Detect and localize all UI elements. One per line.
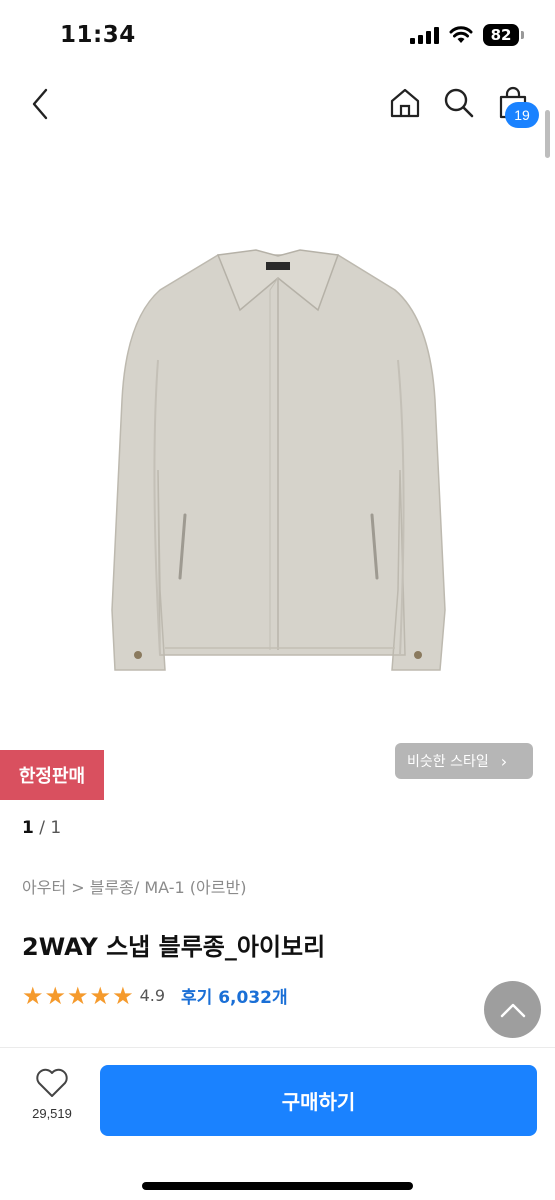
status-icons: 82 [410,24,524,46]
star-icon: ★ [112,981,134,1010]
battery-icon: 82 [483,24,524,46]
image-pager: 1 / 1 [22,818,61,838]
star-icon: ★ [89,981,112,1010]
scroll-top-button[interactable] [484,981,541,1038]
similar-style-label: 비슷한 스타일 [407,754,489,770]
chevron-up-icon [500,1003,525,1017]
product-image[interactable] [0,170,555,710]
back-arrow-icon[interactable] [24,84,60,124]
scrollbar[interactable] [545,110,550,158]
breadcrumb[interactable]: 아우터 > 블루종/ MA-1 (아르반) [22,874,246,898]
chevron-right-icon: › [500,751,508,771]
rating-value: 4.9 [139,986,166,1005]
status-time: 11:34 [60,22,136,48]
star-icon: ★ [67,981,89,1010]
product-title: 2WAY 스냅 블루종_아이보리 [22,933,326,961]
bottom-divider [0,1047,555,1048]
rating-row: ★ ★ ★ ★ ★ 4.9 후기 6,032개 [22,983,288,1009]
wishlist-count: 29,519 [32,1106,72,1121]
wifi-icon [449,26,473,43]
star-icon: ★ [44,981,67,1010]
review-count-link[interactable]: 후기 6,032개 [181,983,288,1008]
cellular-signal-icon [410,26,439,44]
home-indicator [142,1182,413,1190]
cart-count-badge: 19 [505,102,539,128]
buy-button[interactable]: 구매하기 [100,1065,537,1136]
pager-current: 1 [22,818,34,838]
heart-icon [36,1068,68,1097]
star-rating: ★ ★ ★ ★ ★ [22,984,134,1008]
nav-header [0,76,555,134]
star-icon: ★ [22,981,44,1010]
search-icon[interactable] [442,86,476,120]
pager-total: / 1 [33,818,62,838]
similar-style-button[interactable]: 비슷한 스타일 › [395,743,533,779]
wishlist-button[interactable]: 29,519 [24,1068,80,1134]
home-icon[interactable] [388,86,422,120]
status-bar: 11:34 82 [0,0,555,76]
limited-sale-badge: 한정판매 [0,750,104,800]
